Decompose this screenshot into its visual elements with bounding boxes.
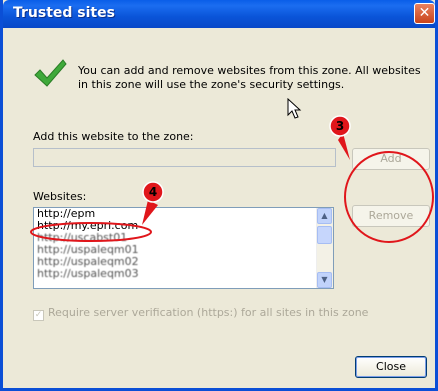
annotation-overlay: 3 4 xyxy=(30,115,434,243)
highlight-ellipse-buttons xyxy=(344,151,434,243)
highlight-ellipse-site xyxy=(30,222,152,242)
callout-3-number: 3 xyxy=(336,119,344,133)
callout-4-pointer xyxy=(142,200,158,225)
callout-4-number: 4 xyxy=(149,185,157,199)
callout-3-pointer xyxy=(338,133,350,160)
